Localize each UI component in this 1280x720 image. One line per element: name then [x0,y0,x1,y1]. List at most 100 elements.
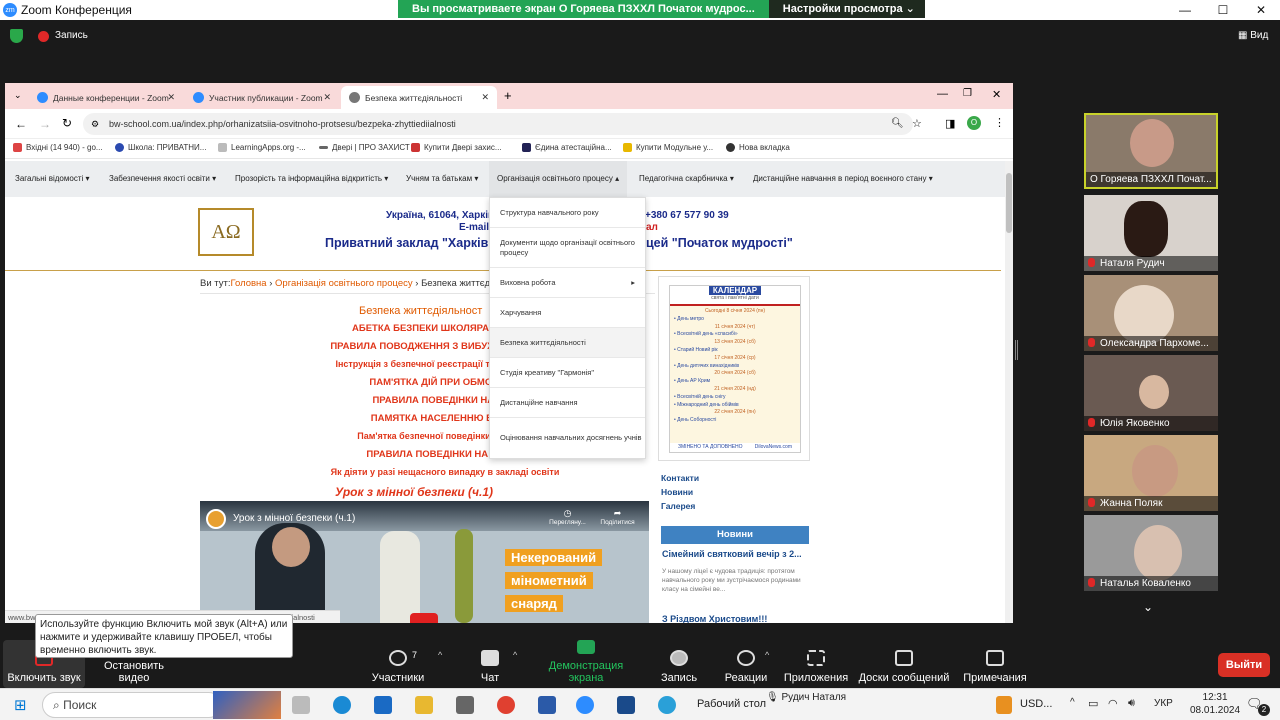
chat-caret-icon[interactable]: ^ [513,650,517,660]
side-link-contacts[interactable]: Контакти [661,473,811,483]
view-options-button[interactable]: Настройки просмотра ⌄ [768,0,925,18]
splitter-handle[interactable] [1015,340,1018,360]
notes-button[interactable]: Примечания [962,640,1028,688]
dropdown-item-vykhovna[interactable]: Виховна робота ▸ [490,268,645,298]
sidepanel-icon[interactable]: ◨ [945,117,955,130]
breadcrumb-section[interactable]: Організація освітнього процесу [275,278,413,289]
maximize-icon[interactable]: ☐ [1204,0,1242,20]
new-tab-icon[interactable]: + [504,88,512,103]
bookmark-atestatsiina[interactable]: Єдина атестаційна... [522,143,612,152]
security-shield-icon[interactable] [10,29,23,43]
menu-item-organization[interactable]: Організація освітнього процесу ▴ [489,161,628,197]
chat-button[interactable]: Чат [470,640,510,688]
menu-item-general[interactable]: Загальні відомості ▾ [15,174,90,183]
whiteboards-button[interactable]: Доски сообщений [858,640,950,688]
tab-search-icon[interactable]: ⌄ [14,90,22,101]
participant-tile[interactable]: Жанна Поляк [1084,435,1218,511]
reactions-button[interactable]: Реакции [722,640,770,688]
view-button[interactable]: ▦ Вид [1238,30,1268,41]
profile-avatar[interactable]: O [967,116,981,130]
participant-tile[interactable]: Юлія Яковенко [1084,355,1218,431]
edge-icon[interactable] [333,696,351,714]
play-button-icon[interactable] [410,613,438,623]
participant-tile-active[interactable]: О Горяева ПЗХХЛ Почат... [1084,113,1218,189]
share-screen-button[interactable]: Демонстрация экрана [530,640,642,688]
tab-zoom-participant[interactable]: Участник публикации - Zoom ✕ [185,86,339,109]
participant-tile[interactable]: Наталя Рудич [1084,195,1218,271]
bookmark-kupyty-dveri[interactable]: Купити Двері захис... [411,143,502,152]
menu-item-distance[interactable]: Дистанційне навчання в період воєнного с… [753,174,933,183]
restore-icon[interactable]: ❐ [963,88,972,99]
participants-button[interactable]: Участники [368,640,428,688]
menu-item-transparency[interactable]: Прозорість та інформаційна відкритість ▾ [235,174,388,183]
word-icon[interactable] [538,696,556,714]
menu-item-pedagogical[interactable]: Педагогічна скарбничка ▾ [639,174,734,183]
task-view-icon[interactable] [292,696,310,714]
participant-tile[interactable]: Олександра Пархоме... [1084,275,1218,351]
wifi-icon[interactable]: ◠ [1108,697,1118,710]
minimize-icon[interactable]: — [1166,0,1204,20]
breadcrumb-home[interactable]: Головна [230,278,266,289]
windows-start-icon[interactable]: ⊞ [14,696,27,714]
side-link-gallery[interactable]: Галерея [661,501,811,511]
currency-icon[interactable] [996,696,1012,714]
news-item2-title[interactable]: З Різдвом Христовим!!! [662,614,767,623]
tray-chevron-icon[interactable]: ^ [1070,697,1075,708]
bookmark-school[interactable]: Школа: ПРИВАТНИ... [115,143,206,152]
close-icon[interactable]: ✕ [1242,0,1280,20]
minimize-icon[interactable]: — [937,88,948,100]
close-window-icon[interactable]: ✕ [992,88,1001,101]
bookmark-kupyty-modulne[interactable]: Купити Модульне у... [623,143,713,152]
watch-later-button[interactable]: ◷ Перегляну... [545,508,590,526]
participants-caret-icon[interactable]: ^ [438,650,442,660]
channel-avatar[interactable] [206,509,226,529]
tab-bezpeka[interactable]: Безпека життєдіяльності ✕ [341,86,497,109]
zoom-page-icon[interactable]: 🔍︎ [891,118,904,129]
youtube-video-player[interactable]: Урок з мінної безпеки (ч.1) ◷ Перегляну..… [200,501,649,623]
news-item-title[interactable]: Сімейний святковий вечір з 2... [662,549,802,559]
network-icon[interactable]: ▭ [1088,697,1098,710]
tab-zoom-conference[interactable]: Данные конференции - Zoom ✕ [29,86,183,109]
bookmark-dveri[interactable]: Двері | ПРО ЗАХИСТ [319,143,410,152]
dropdown-item-documents[interactable]: Документи щодо організації освітнього пр… [490,228,645,268]
chrome-icon[interactable] [497,696,515,714]
browser-menu-icon[interactable]: ⋮ [994,116,1005,129]
clock[interactable]: 12:31 08.01.2024 [1190,691,1240,717]
volume-icon[interactable]: 🔊︎ [1128,697,1135,710]
dropdown-item-bezpeka[interactable]: Безпека життєдіяльності [490,328,645,358]
menu-item-quality[interactable]: Забезпечення якості освіти ▾ [109,174,216,183]
dropdown-item-otsiniuvannia[interactable]: Оцінювання навчальних досягнень учнів [490,418,645,458]
reload-icon[interactable]: ↻ [62,116,72,130]
dropdown-item-dystantsiine[interactable]: Дистанційне навчання [490,388,645,418]
leave-button[interactable]: Выйти [1218,653,1270,677]
forward-arrow-icon[interactable]: → [39,117,51,131]
site-info-icon[interactable]: ⚙ [91,119,99,130]
bookmark-new-tab[interactable]: Нова вкладка [726,143,790,152]
video-share-button[interactable]: ➦ Поділитися [595,508,640,526]
desktop-label[interactable]: Рабочий стол [697,698,766,710]
calculator-icon[interactable] [456,696,474,714]
side-link-news[interactable]: Новини [661,487,811,497]
menu-item-students-parents[interactable]: Учням та батькам ▾ [406,174,478,183]
dropdown-item-studiia[interactable]: Студія креативу "Гармонія" [490,358,645,388]
close-tab-icon[interactable]: ✕ [323,92,331,103]
close-tab-icon[interactable]: ✕ [481,92,489,103]
more-participants-chevron-icon[interactable]: ⌄ [1143,600,1153,614]
taskbar-search-box[interactable]: ⌕ Поиск [42,692,222,718]
file-explorer-icon[interactable] [415,696,433,714]
back-arrow-icon[interactable]: ← [15,117,27,131]
store-icon[interactable] [617,696,635,714]
telegram-icon[interactable] [658,696,676,714]
dropdown-item-structure[interactable]: Структура навчального року [490,198,645,228]
zoom-icon[interactable] [576,696,594,714]
bookmark-star-icon[interactable]: ☆ [912,117,922,130]
url-field[interactable]: bw-school.com.ua/index.php/orhanizatsiia… [83,113,913,135]
scrollbar-thumb[interactable] [1006,173,1012,233]
link-neshchasnyi[interactable]: Як діяти у разі нещасного випадку в закл… [235,467,655,477]
apps-button[interactable]: Приложения [784,640,848,688]
mail-icon[interactable] [374,696,392,714]
participant-tile[interactable]: Наталья Коваленко [1084,515,1218,591]
bookmark-gmail[interactable]: Вхідні (14 940) - go... [13,143,103,152]
bookmark-learningapps[interactable]: LearningApps.org -... [218,143,306,152]
input-language[interactable]: УКР [1154,698,1173,709]
